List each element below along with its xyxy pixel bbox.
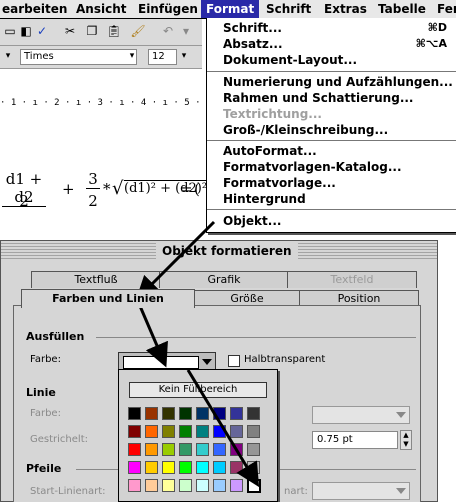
arrow-menu-to-dialog	[135, 220, 216, 301]
tab-farben-und-linien[interactable]: Farben und Linien	[21, 289, 195, 308]
annotation-arrows	[135, 220, 260, 488]
arrow-popup-to-swatch	[186, 369, 260, 488]
arrow-tab-to-popup	[138, 305, 168, 368]
